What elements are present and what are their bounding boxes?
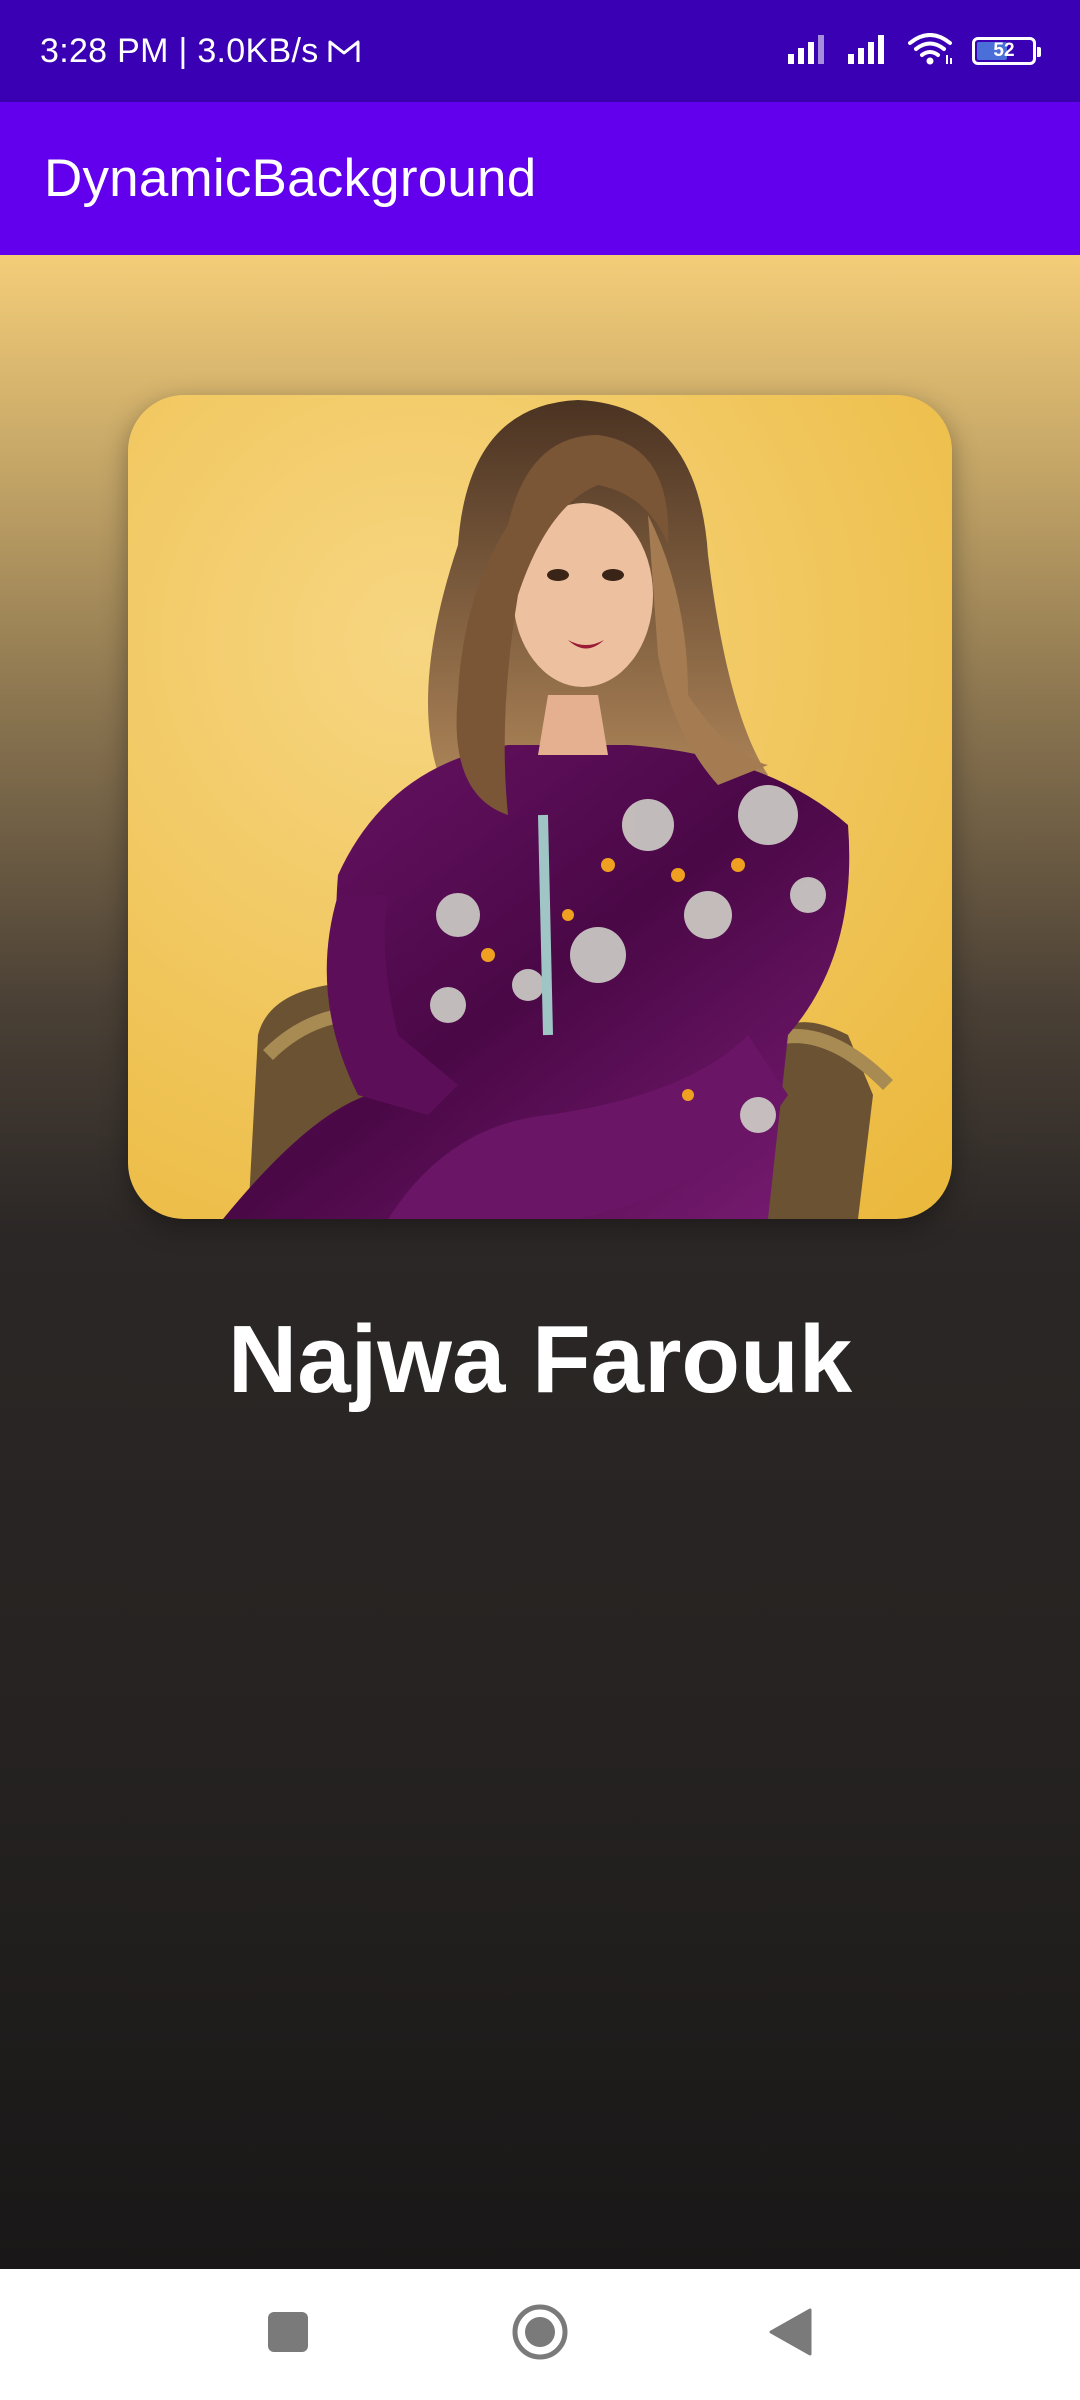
gmail-icon — [327, 38, 361, 64]
status-left: 3:28 PM | 3.0KB/s — [40, 32, 361, 71]
battery-level: 52 — [993, 40, 1015, 61]
back-triangle-icon — [768, 2308, 812, 2361]
signal-icon — [788, 34, 830, 69]
app-title: DynamicBackground — [44, 149, 537, 208]
person-name: Najwa Farouk — [227, 1306, 853, 1413]
battery-icon: 52 — [972, 37, 1041, 65]
status-icons: 52 — [788, 32, 1041, 70]
status-bar: 3:28 PM | 3.0KB/s 52 — [0, 0, 1080, 102]
home-button[interactable] — [480, 2269, 600, 2400]
back-button[interactable] — [730, 2269, 850, 2400]
wifi-icon — [908, 32, 954, 70]
app-bar: DynamicBackground — [0, 102, 1080, 255]
recents-button[interactable] — [228, 2269, 348, 2400]
dynamic-background: Najwa Farouk — [0, 255, 1080, 2269]
signal-icon — [848, 34, 890, 69]
home-circle-icon — [511, 2303, 569, 2366]
profile-photo[interactable] — [128, 395, 952, 1219]
recents-square-icon — [267, 2311, 309, 2358]
status-time-speed: 3:28 PM | 3.0KB/s — [40, 31, 319, 70]
navigation-bar — [0, 2269, 1080, 2400]
